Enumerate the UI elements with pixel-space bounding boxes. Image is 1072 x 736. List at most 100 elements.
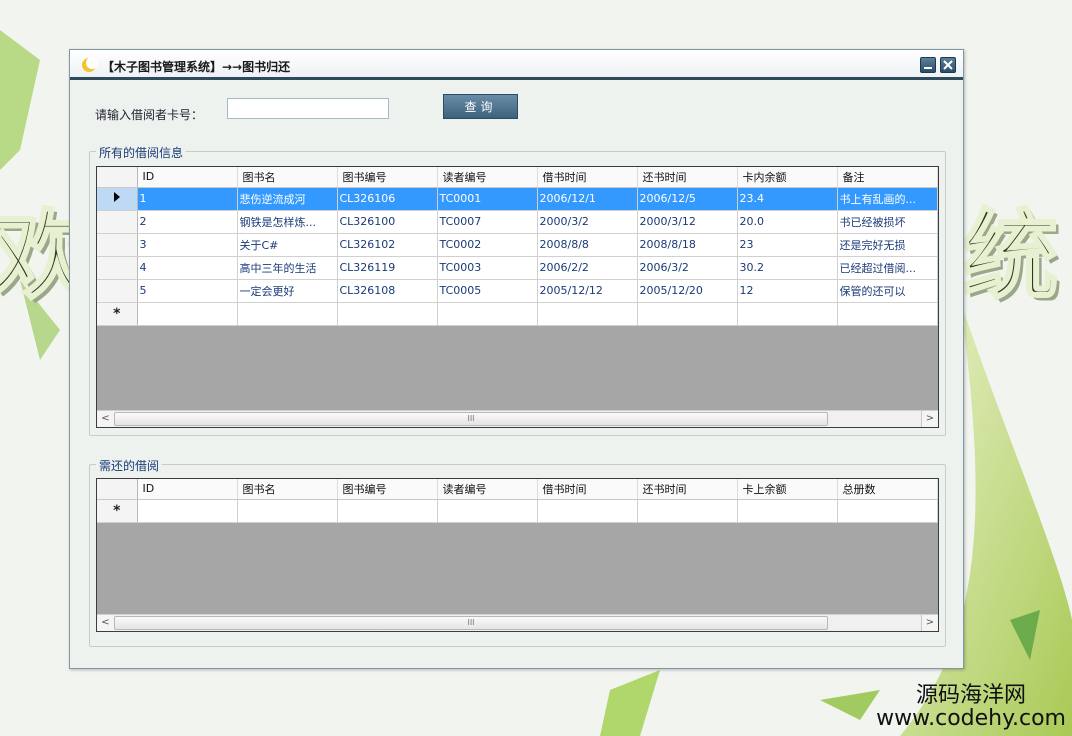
row-header[interactable] bbox=[97, 233, 138, 257]
scrollbar-thumb[interactable]: III bbox=[114, 412, 828, 426]
scroll-left-icon[interactable]: < bbox=[97, 411, 114, 427]
row-header[interactable] bbox=[97, 279, 138, 303]
table-cell[interactable]: 2006/2/2 bbox=[537, 256, 638, 280]
table-cell[interactable]: 高中三年的生活 bbox=[237, 256, 338, 280]
table-cell[interactable] bbox=[537, 302, 638, 326]
return-info-grid[interactable]: ID 图书名 图书编号 读者编号 借书时间 还书时间 卡上余额 总册数 * < … bbox=[96, 478, 939, 632]
column-header[interactable]: ID bbox=[137, 167, 238, 188]
horizontal-scrollbar[interactable]: < III > bbox=[97, 614, 938, 631]
table-cell[interactable] bbox=[737, 302, 838, 326]
close-button[interactable] bbox=[940, 57, 956, 73]
row-header[interactable] bbox=[97, 210, 138, 234]
table-cell[interactable]: 20.0 bbox=[737, 210, 838, 234]
column-header[interactable]: ID bbox=[137, 479, 238, 500]
table-cell[interactable]: TC0007 bbox=[437, 210, 538, 234]
table-cell[interactable]: CL326102 bbox=[337, 233, 438, 257]
table-row[interactable]: 4 高中三年的生活 CL326119 TC0003 2006/2/2 2006/… bbox=[97, 256, 938, 280]
table-cell[interactable]: TC0003 bbox=[437, 256, 538, 280]
column-header[interactable]: 卡上余额 bbox=[737, 479, 838, 500]
table-cell[interactable] bbox=[637, 302, 738, 326]
table-cell[interactable]: 关于C# bbox=[237, 233, 338, 257]
column-header[interactable]: 还书时间 bbox=[637, 479, 738, 500]
table-cell[interactable]: 2005/12/12 bbox=[537, 279, 638, 303]
table-cell[interactable]: 还是完好无损 bbox=[837, 233, 938, 257]
table-cell[interactable] bbox=[237, 499, 338, 523]
table-cell[interactable] bbox=[437, 302, 538, 326]
table-cell[interactable]: 2000/3/12 bbox=[637, 210, 738, 234]
table-cell[interactable]: CL326119 bbox=[337, 256, 438, 280]
new-row[interactable]: * bbox=[97, 499, 938, 523]
table-cell[interactable]: CL326100 bbox=[337, 210, 438, 234]
table-cell[interactable]: 悲伤逆流成河 bbox=[237, 187, 338, 211]
table-cell[interactable]: 2008/8/18 bbox=[637, 233, 738, 257]
scroll-right-icon[interactable]: > bbox=[921, 411, 938, 427]
table-cell[interactable]: 4 bbox=[137, 256, 238, 280]
table-cell[interactable]: CL326106 bbox=[337, 187, 438, 211]
table-cell[interactable]: 书上有乱画的... bbox=[837, 187, 938, 211]
table-cell[interactable] bbox=[137, 302, 238, 326]
table-cell[interactable]: 23 bbox=[737, 233, 838, 257]
table-cell[interactable]: 30.2 bbox=[737, 256, 838, 280]
new-row-header[interactable]: * bbox=[97, 499, 138, 523]
table-cell[interactable]: TC0005 bbox=[437, 279, 538, 303]
column-header[interactable]: 备注 bbox=[837, 167, 938, 188]
table-cell[interactable] bbox=[537, 499, 638, 523]
table-cell[interactable]: 2000/3/2 bbox=[537, 210, 638, 234]
table-cell[interactable]: 钢铁是怎样炼... bbox=[237, 210, 338, 234]
table-cell[interactable]: 保管的还可以 bbox=[837, 279, 938, 303]
table-cell[interactable]: TC0002 bbox=[437, 233, 538, 257]
new-row[interactable]: * bbox=[97, 302, 938, 326]
table-cell[interactable]: 2 bbox=[137, 210, 238, 234]
table-cell[interactable]: 3 bbox=[137, 233, 238, 257]
table-cell[interactable] bbox=[337, 499, 438, 523]
scroll-left-icon[interactable]: < bbox=[97, 615, 114, 631]
column-header[interactable]: 读者编号 bbox=[437, 479, 538, 500]
table-row[interactable]: 3 关于C# CL326102 TC0002 2008/8/8 2008/8/1… bbox=[97, 233, 938, 257]
query-button[interactable]: 查询 bbox=[443, 94, 518, 119]
table-row[interactable]: 1 悲伤逆流成河 CL326106 TC0001 2006/12/1 2006/… bbox=[97, 187, 938, 211]
horizontal-scrollbar[interactable]: < III > bbox=[97, 410, 938, 427]
column-header[interactable]: 图书名 bbox=[237, 167, 338, 188]
column-header[interactable]: 卡内余额 bbox=[737, 167, 838, 188]
table-row[interactable]: 5 一定会更好 CL326108 TC0005 2005/12/12 2005/… bbox=[97, 279, 938, 303]
table-cell[interactable] bbox=[637, 499, 738, 523]
table-cell[interactable] bbox=[737, 499, 838, 523]
table-cell[interactable]: 2005/12/20 bbox=[637, 279, 738, 303]
column-header[interactable]: 图书编号 bbox=[337, 479, 438, 500]
table-cell[interactable] bbox=[837, 499, 938, 523]
table-row[interactable]: 2 钢铁是怎样炼... CL326100 TC0007 2000/3/2 200… bbox=[97, 210, 938, 234]
column-header[interactable]: 总册数 bbox=[837, 479, 938, 500]
column-header[interactable]: 借书时间 bbox=[537, 167, 638, 188]
table-cell[interactable]: 2006/3/2 bbox=[637, 256, 738, 280]
table-cell[interactable]: 书已经被损坏 bbox=[837, 210, 938, 234]
table-cell[interactable]: 2008/8/8 bbox=[537, 233, 638, 257]
row-header-current[interactable] bbox=[97, 187, 138, 211]
table-cell[interactable]: 1 bbox=[137, 187, 238, 211]
table-cell[interactable]: 5 bbox=[137, 279, 238, 303]
minimize-button[interactable] bbox=[920, 57, 936, 73]
column-header[interactable]: 图书编号 bbox=[337, 167, 438, 188]
table-cell[interactable] bbox=[837, 302, 938, 326]
table-cell[interactable] bbox=[337, 302, 438, 326]
table-cell[interactable]: TC0001 bbox=[437, 187, 538, 211]
column-header[interactable]: 读者编号 bbox=[437, 167, 538, 188]
card-number-input[interactable] bbox=[227, 98, 389, 119]
column-header[interactable]: 图书名 bbox=[237, 479, 338, 500]
scroll-right-icon[interactable]: > bbox=[921, 615, 938, 631]
table-cell[interactable]: 23.4 bbox=[737, 187, 838, 211]
title-bar[interactable]: 【木子图书管理系统】→→图书归还 bbox=[70, 50, 963, 80]
row-header[interactable] bbox=[97, 256, 138, 280]
borrow-info-grid[interactable]: ID 图书名 图书编号 读者编号 借书时间 还书时间 卡内余额 备注 1 悲伤逆… bbox=[96, 166, 939, 428]
table-cell[interactable] bbox=[437, 499, 538, 523]
table-cell[interactable] bbox=[137, 499, 238, 523]
column-header[interactable]: 还书时间 bbox=[637, 167, 738, 188]
scrollbar-thumb[interactable]: III bbox=[114, 616, 828, 630]
table-cell[interactable]: 2006/12/5 bbox=[637, 187, 738, 211]
table-cell[interactable] bbox=[237, 302, 338, 326]
new-row-header[interactable]: * bbox=[97, 302, 138, 326]
table-cell[interactable]: 12 bbox=[737, 279, 838, 303]
column-header[interactable]: 借书时间 bbox=[537, 479, 638, 500]
table-cell[interactable]: 2006/12/1 bbox=[537, 187, 638, 211]
table-cell[interactable]: 一定会更好 bbox=[237, 279, 338, 303]
table-cell[interactable]: 已经超过借阅... bbox=[837, 256, 938, 280]
